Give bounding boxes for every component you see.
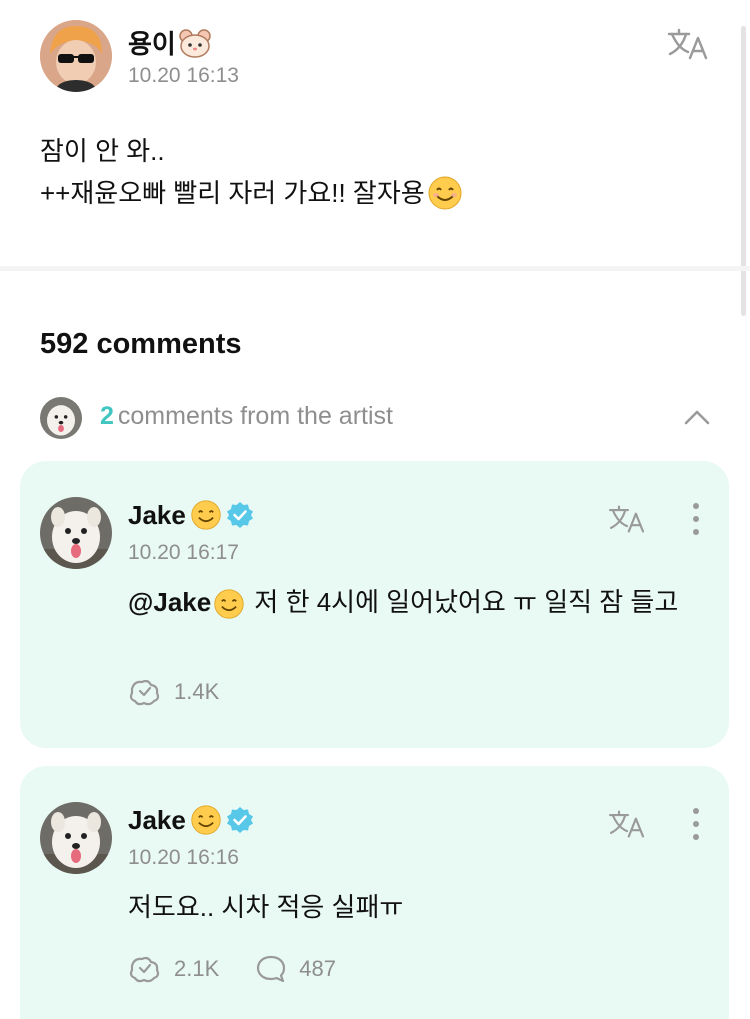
post-author-name: 용이: [128, 29, 176, 59]
artist-comments-toggle[interactable]: 2 comments from the artist: [40, 394, 710, 440]
comments-count: 592 comments: [40, 328, 242, 360]
verified-badge-icon: [226, 807, 253, 833]
artist-comments-text: comments from the artist: [117, 402, 393, 430]
comment-author-name: Jake: [128, 804, 186, 835]
smiling-face-icon: [191, 805, 221, 835]
comment-author-name: Jake: [128, 499, 186, 530]
artist-avatar: [40, 397, 82, 439]
like-count: 2.1K: [174, 956, 220, 981]
post-timestamp: 10.20 16:13: [128, 64, 239, 87]
translate-icon[interactable]: [666, 26, 710, 70]
smiling-face-icon: [428, 176, 462, 210]
artist-comments-label: 2 comments from the artist: [100, 402, 393, 431]
scrollbar[interactable]: [741, 26, 746, 316]
comment-timestamp: 10.20 16:16: [128, 846, 239, 869]
comment-bubble-icon: [257, 955, 286, 983]
hamster-icon: [179, 28, 211, 58]
comment-stats: 1.4K: [128, 677, 243, 707]
post-line-1: 잠이 안 와..: [40, 136, 165, 166]
reply-count: 487: [299, 956, 336, 981]
comment-avatar[interactable]: [40, 802, 112, 874]
artist-comments-count: 2: [100, 402, 114, 430]
comment-mention[interactable]: @Jake: [128, 587, 211, 617]
comment-body: 저 한 4시에 일어났어요 ㅠ 일직 잠 들고: [247, 587, 679, 617]
comment-text: 저도요.. 시차 적응 실패ㅠ: [128, 888, 698, 926]
translate-icon[interactable]: [607, 503, 647, 542]
comment-author[interactable]: Jake: [128, 499, 254, 531]
like-icon: [129, 956, 160, 983]
like-button[interactable]: 2.1K: [128, 954, 219, 984]
post-author[interactable]: 용이: [128, 24, 212, 61]
comment-avatar[interactable]: [40, 497, 112, 569]
comment-card: Jake 10.20 16:17 @Jake 저 한 4시에 일어났어요 ㅠ 일…: [20, 461, 729, 748]
smiling-face-icon: [191, 500, 221, 530]
translate-icon[interactable]: [607, 808, 647, 847]
more-options-icon[interactable]: [693, 503, 699, 535]
like-icon: [129, 679, 160, 706]
comment-text: @Jake 저 한 4시에 일어났어요 ㅠ 일직 잠 들고: [128, 583, 698, 621]
author-avatar[interactable]: [40, 20, 112, 92]
chevron-up-icon[interactable]: [684, 404, 710, 430]
section-divider: [0, 266, 750, 271]
smiling-face-icon: [214, 589, 244, 619]
reply-button[interactable]: 487: [255, 954, 336, 984]
like-button[interactable]: 1.4K: [128, 677, 219, 707]
comment-card: Jake 10.20 16:16 저도요.. 시차 적응 실패ㅠ 2.1K 48…: [20, 766, 729, 1019]
post-body: 잠이 안 와.. ++재윤오빠 빨리 자러 가요!! 잘자용: [40, 130, 710, 214]
comment-stats: 2.1K 487: [128, 954, 360, 984]
comment-timestamp: 10.20 16:17: [128, 541, 239, 564]
post-line-2: ++재윤오빠 빨리 자러 가요!! 잘자용: [40, 172, 710, 214]
post-line-2-text: ++재윤오빠 빨리 자러 가요!! 잘자용: [40, 178, 425, 208]
verified-badge-icon: [226, 502, 253, 528]
comment-body: 저도요.. 시차 적응 실패ㅠ: [128, 892, 404, 922]
post-header: 용이 10.20 16:13: [40, 20, 710, 92]
like-count: 1.4K: [174, 679, 220, 704]
more-options-icon[interactable]: [693, 808, 699, 840]
comment-author[interactable]: Jake: [128, 804, 254, 836]
